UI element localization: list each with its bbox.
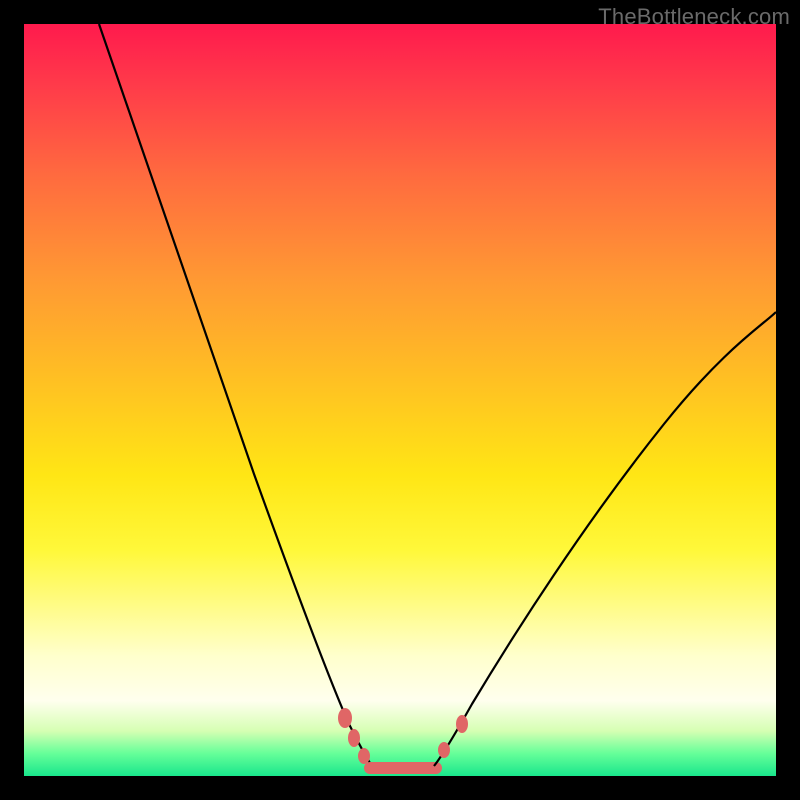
marker-left-2 — [348, 729, 360, 747]
marker-right-1 — [438, 742, 450, 758]
marker-left-3 — [358, 748, 370, 764]
chart-svg — [24, 24, 776, 776]
curve-left-branch — [99, 24, 372, 766]
flat-bottom-bar — [364, 762, 442, 774]
marker-left-1 — [338, 708, 352, 728]
marker-right-2 — [456, 715, 468, 733]
curve-right-branch — [434, 312, 776, 766]
